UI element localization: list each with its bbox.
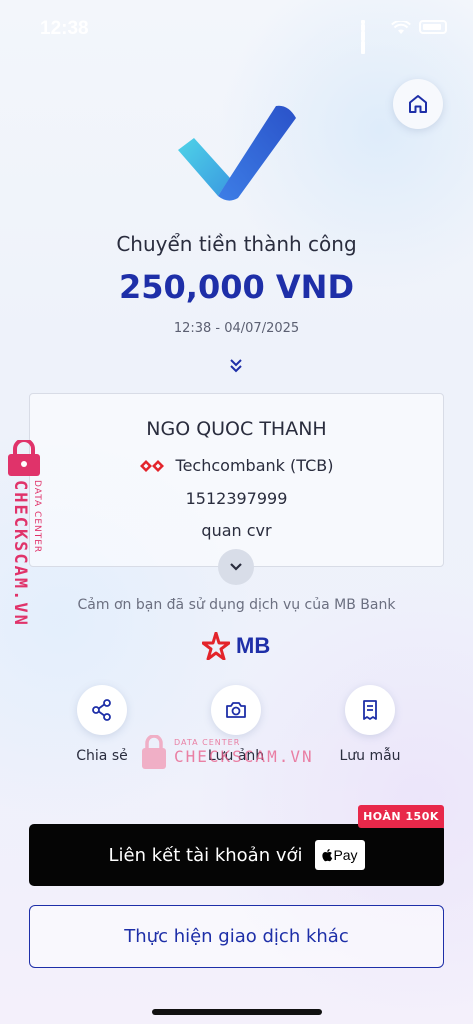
watermark-subtext: DATA CENTER: [32, 480, 42, 554]
watermark-center-subtext: DATA CENTER: [174, 738, 241, 747]
wifi-icon: [391, 19, 411, 34]
save-template-button[interactable]: [345, 685, 395, 735]
techcombank-logo-icon: [139, 459, 164, 472]
mb-brand-text: MB: [236, 633, 271, 658]
save-template-label: Lưu mẫu: [339, 748, 401, 764]
recipient-card: NGO QUOC THANH Techcombank (TCB) 1512397…: [29, 393, 444, 567]
signal-icon: [361, 20, 383, 54]
apple-icon: [322, 849, 333, 862]
mb-bank-logo: MB: [202, 632, 270, 660]
padlock-icon: [142, 735, 166, 769]
apple-pay-text: Pay: [333, 847, 358, 863]
share-icon: [92, 699, 111, 721]
link-apple-pay-label: Liên kết tài khoản với: [108, 844, 303, 866]
cashback-badge: HOÀN 150K: [358, 805, 444, 828]
home-icon: [409, 95, 427, 113]
watermark-text: CHECKSCAM.VN: [10, 480, 30, 627]
recipient-bank-row: Techcombank (TCB): [30, 456, 443, 475]
watermark-center-text: CHECKSCAM.VN: [174, 747, 314, 766]
success-check-icon: [178, 105, 296, 201]
watermark-left: CHECKSCAM.VN DATA CENTER: [4, 438, 50, 640]
link-apple-pay-button[interactable]: Liên kết tài khoản với Pay: [29, 824, 444, 886]
status-bar: 12:38: [0, 0, 473, 60]
share-label: Chia sẻ: [76, 748, 128, 764]
camera-icon: [226, 702, 246, 718]
chevron-double-down-icon[interactable]: [228, 357, 244, 375]
mb-star-icon: [202, 632, 230, 660]
share-action[interactable]: Chia sẻ: [52, 685, 152, 764]
apple-pay-logo: Pay: [314, 840, 365, 870]
transfer-memo: quan cvr: [201, 521, 272, 540]
status-icons: [361, 19, 447, 54]
share-button[interactable]: [77, 685, 127, 735]
save-template-action[interactable]: Lưu mẫu: [320, 685, 420, 764]
thank-you-text: Cảm ơn bạn đã sử dụng dịch vụ của MB Ban…: [77, 597, 396, 613]
transfer-status-title: Chuyển tiền thành công: [116, 232, 357, 256]
recipient-name: NGO QUOC THANH: [146, 418, 327, 440]
watermark-center: DATA CENTER CHECKSCAM.VN: [140, 735, 314, 769]
padlock-icon: [8, 438, 40, 476]
chevron-down-icon: [230, 563, 242, 571]
transfer-datetime: 12:38 - 04/07/2025: [173, 321, 300, 336]
recipient-account: 1512397999: [185, 489, 288, 508]
transfer-amount: 250,000 VND: [119, 268, 354, 306]
expand-details-button[interactable]: [218, 549, 254, 585]
save-image-button[interactable]: [211, 685, 261, 735]
recipient-bank: Techcombank (TCB): [175, 456, 334, 475]
status-time: 12:38: [40, 18, 89, 39]
home-indicator[interactable]: [152, 1009, 322, 1015]
other-transaction-button[interactable]: Thực hiện giao dịch khác: [29, 905, 444, 968]
home-button[interactable]: [393, 79, 443, 129]
battery-icon: [419, 20, 447, 34]
receipt-icon: [363, 700, 377, 720]
